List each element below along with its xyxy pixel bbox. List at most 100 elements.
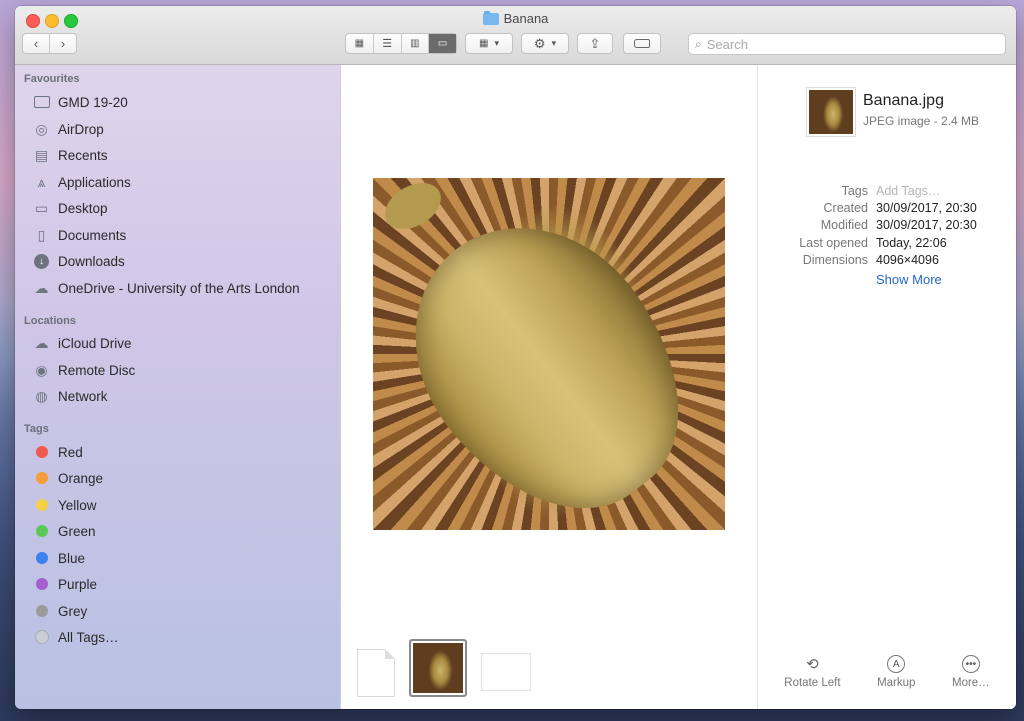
all-tags-icon xyxy=(33,629,50,646)
sidebar-item-label: Network xyxy=(58,388,108,404)
meta-modified-row: Modified 30/09/2017, 20:30 xyxy=(758,218,1016,232)
banana-shape xyxy=(373,178,725,530)
chevron-left-icon: ‹ xyxy=(33,36,39,51)
gallery-view-button[interactable]: ▭ xyxy=(429,34,456,53)
sidebar-item-label: GMD 19-20 xyxy=(58,94,128,110)
rotate-left-label: Rotate Left xyxy=(784,677,841,689)
meta-label: Tags xyxy=(841,184,868,198)
favourites-heading: Favourites xyxy=(24,73,80,85)
meta-value: 30/09/2017, 20:30 xyxy=(876,218,977,232)
markup-icon: A xyxy=(887,655,906,673)
info-panel: Banana.jpg JPEG image - 2.4 MB Tags Add … xyxy=(758,65,1016,709)
share-button[interactable]: ⇪ xyxy=(577,33,613,54)
meta-spacer xyxy=(758,272,876,287)
banana-stem xyxy=(377,178,449,239)
sidebar-tag-purple[interactable]: Purple xyxy=(33,573,97,595)
downloads-icon: ↓ xyxy=(33,253,50,270)
tags-heading: Tags xyxy=(24,423,49,435)
show-more-row: Show More xyxy=(758,272,1016,287)
sidebar-item-downloads[interactable]: ↓ Downloads xyxy=(33,250,125,272)
sidebar-item-gmd[interactable]: GMD 19-20 xyxy=(33,91,128,113)
sidebar-tag-green[interactable]: Green xyxy=(33,520,96,542)
document-thumbnail[interactable] xyxy=(357,649,395,697)
file-icon-thumbnail xyxy=(806,87,856,137)
sidebar-item-onedrive[interactable]: ☁ OneDrive - University of the Arts Lond… xyxy=(33,277,300,299)
meta-dimensions-row: Dimensions 4096×4096 xyxy=(758,253,1016,267)
tag-dot-icon xyxy=(33,603,50,620)
title-bar: Banana ‹ › ▦ ☰ ▥ ▭ ▦ ▾ ⚙ ▾ ⇪ ⌕ Search xyxy=(15,6,1016,65)
markup-label: Markup xyxy=(877,677,916,689)
sidebar-item-recents[interactable]: ▤ Recents xyxy=(33,144,108,166)
sidebar-item-applications[interactable]: ⩓ Applications xyxy=(33,171,131,193)
sidebar-item-label: Orange xyxy=(58,470,104,486)
file-thumbnail[interactable] xyxy=(481,653,531,691)
more-label: More… xyxy=(951,677,990,689)
meta-last-opened-row: Last opened Today, 22:06 xyxy=(758,236,1016,250)
meta-label: Last opened xyxy=(799,236,868,250)
sidebar-tag-all[interactable]: All Tags… xyxy=(33,626,119,648)
back-button[interactable]: ‹ xyxy=(23,34,50,53)
thumbnail-strip xyxy=(357,639,531,697)
share-icon: ⇪ xyxy=(589,35,601,51)
meta-created-row: Created 30/09/2017, 20:30 xyxy=(758,201,1016,215)
rotate-left-button[interactable]: ⟲ Rotate Left xyxy=(784,655,840,689)
icon-view-button[interactable]: ▦ xyxy=(346,34,374,53)
meta-tags-row: Tags Add Tags… xyxy=(758,184,1016,198)
sidebar-tag-orange[interactable]: Orange xyxy=(33,467,103,489)
sidebar-item-desktop[interactable]: ▭ Desktop xyxy=(33,197,108,219)
sidebar-item-airdrop[interactable]: ◎ AirDrop xyxy=(33,118,103,140)
sidebar: Favourites GMD 19-20 ◎ AirDrop ▤ Recents… xyxy=(15,65,341,709)
search-field[interactable]: ⌕ Search xyxy=(688,33,1006,55)
sidebar-item-label: Blue xyxy=(58,550,86,566)
airdrop-icon: ◎ xyxy=(35,120,48,137)
more-button[interactable]: ••• More… xyxy=(952,655,990,689)
window-title: Banana xyxy=(15,10,1016,26)
sidebar-tag-yellow[interactable]: Yellow xyxy=(33,494,97,516)
window-title-text: Banana xyxy=(503,11,549,26)
rotate-left-icon: ⟲ xyxy=(806,656,819,673)
tag-dot-icon xyxy=(33,470,50,487)
sidebar-item-network[interactable]: ◍ Network xyxy=(33,385,108,407)
gear-icon: ⚙ xyxy=(533,35,546,51)
sidebar-item-remote-disc[interactable]: ◉ Remote Disc xyxy=(33,359,135,381)
column-view-button[interactable]: ▥ xyxy=(402,34,430,53)
grid-icon: ▦ xyxy=(354,38,365,49)
group-by-button[interactable]: ▦ ▾ xyxy=(465,33,513,54)
markup-button[interactable]: A Markup xyxy=(877,655,915,689)
locations-heading: Locations xyxy=(24,315,76,327)
sidebar-tag-blue[interactable]: Blue xyxy=(33,547,85,569)
show-more-link[interactable]: Show More xyxy=(876,272,942,287)
list-view-button[interactable]: ☰ xyxy=(374,34,402,53)
meta-label: Modified xyxy=(820,218,868,232)
banana-image-preview[interactable] xyxy=(373,178,725,530)
view-mode-control: ▦ ☰ ▥ ▭ xyxy=(345,33,457,54)
sidebar-item-icloud-drive[interactable]: ☁ iCloud Drive xyxy=(33,332,132,354)
meta-value: Today, 22:06 xyxy=(876,236,947,250)
cloud-icon: ☁ xyxy=(34,334,49,351)
sidebar-tag-grey[interactable]: Grey xyxy=(33,600,87,622)
banana-thumbnail-selected[interactable] xyxy=(409,639,467,697)
sidebar-item-label: Red xyxy=(58,444,83,460)
meta-label: Dimensions xyxy=(802,253,868,267)
sidebar-item-label: Documents xyxy=(58,227,127,243)
sidebar-item-label: Grey xyxy=(58,603,88,619)
sidebar-item-label: Yellow xyxy=(58,497,97,513)
grid-icon: ▦ xyxy=(479,38,489,49)
meta-label: Created xyxy=(823,201,868,215)
action-button[interactable]: ⚙ ▾ xyxy=(521,33,569,54)
meta-value: 30/09/2017, 20:30 xyxy=(876,201,977,215)
sidebar-tag-red[interactable]: Red xyxy=(33,441,83,463)
add-tags-field[interactable]: Add Tags… xyxy=(876,184,940,198)
edit-tags-button[interactable] xyxy=(623,33,661,54)
columns-icon: ▥ xyxy=(410,38,420,49)
forward-button[interactable]: › xyxy=(50,34,76,53)
more-icon: ••• xyxy=(961,655,980,673)
sidebar-item-label: All Tags… xyxy=(58,629,119,645)
disc-icon: ◉ xyxy=(35,361,48,378)
sidebar-item-label: Purple xyxy=(58,576,98,592)
file-kind: JPEG image - 2.4 MB xyxy=(863,114,980,128)
sidebar-item-label: Downloads xyxy=(58,253,125,269)
sidebar-item-documents[interactable]: ▯ Documents xyxy=(33,224,127,246)
finder-window: Banana ‹ › ▦ ☰ ▥ ▭ ▦ ▾ ⚙ ▾ ⇪ ⌕ Search Fa… xyxy=(15,6,1016,709)
tag-dot-icon xyxy=(33,444,50,461)
